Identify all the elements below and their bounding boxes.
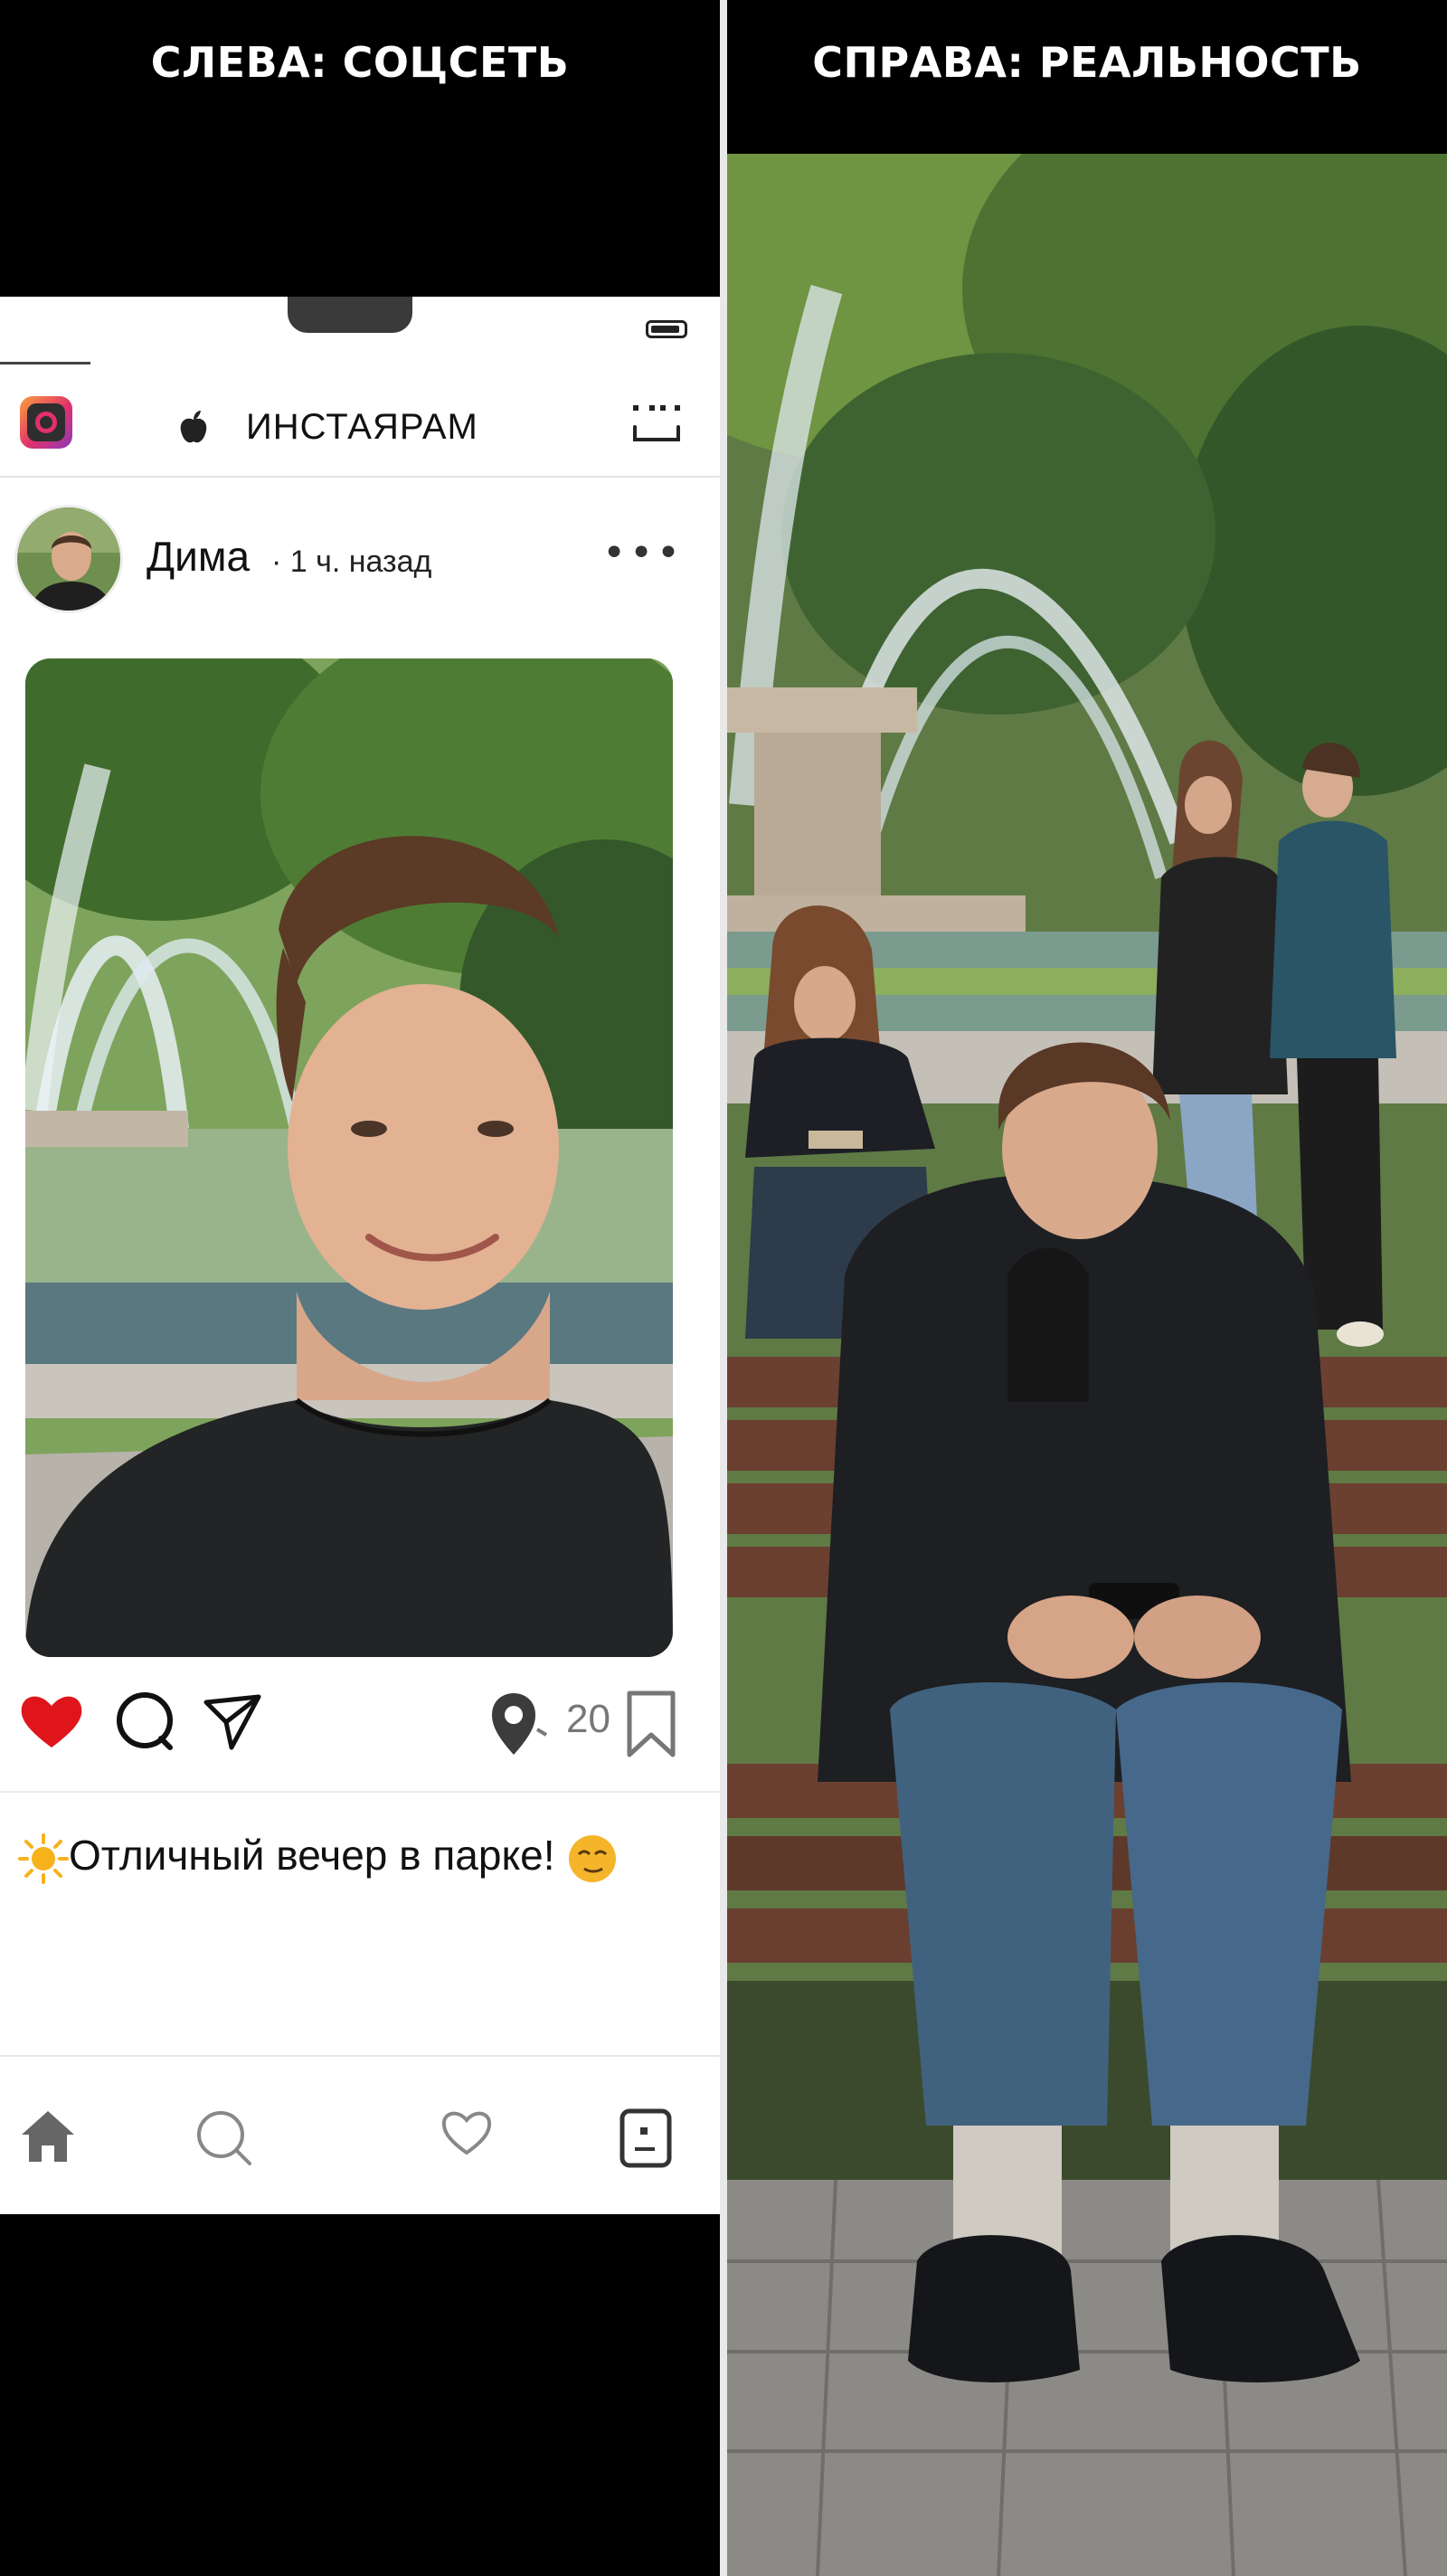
caption-text: Отличный вечер в парке! [69, 1832, 555, 1879]
sun-emoji-icon [18, 1833, 69, 1884]
heart-filled-icon[interactable] [18, 1690, 85, 1751]
post-actions: 20 [0, 1690, 720, 1771]
post-time: · 1 ч. назад [271, 545, 432, 579]
send-icon[interactable] [201, 1690, 264, 1753]
phone-screen: ИНСТАЯРАМ Дима · 1 ч. назад ••• 20 Отлич… [0, 297, 720, 2214]
more-dots-icon[interactable]: ••• [602, 534, 684, 573]
selfie-image [25, 658, 673, 1657]
search-icon[interactable] [194, 2107, 253, 2167]
home-icon[interactable] [18, 2107, 78, 2164]
left-panel-title: СЛЕВА: СОЦСЕТЬ [150, 38, 570, 87]
panel-divider [720, 0, 727, 2576]
bookmark-icon[interactable] [624, 1690, 678, 1758]
right-panel: СПРАВА: РЕАЛЬНОСТЬ [727, 0, 1447, 2576]
battery-icon [646, 320, 687, 338]
heart-outline-icon[interactable] [440, 2107, 494, 2156]
post-photo[interactable] [25, 658, 673, 1657]
status-line [0, 362, 90, 365]
app-title: ИНСТАЯРАМ [246, 407, 478, 447]
app-header: ИНСТАЯРАМ [0, 369, 720, 478]
post-header: Дима · 1 ч. назад ••• [0, 505, 720, 622]
relieved-emoji-icon [569, 1834, 617, 1882]
phone-notch [288, 297, 412, 333]
actions-divider [0, 1791, 720, 1793]
comment-icon[interactable] [114, 1690, 177, 1753]
avatar[interactable] [14, 505, 123, 613]
bottom-tab-bar [0, 2057, 720, 2214]
header-divider [0, 476, 720, 478]
apple-icon [180, 411, 207, 443]
right-panel-title: СПРАВА: РЕАЛЬНОСТЬ [812, 38, 1362, 87]
reality-photo [727, 154, 1447, 2576]
instagram-logo-icon[interactable] [20, 396, 72, 449]
post-caption: Отличный вечер в парке! [18, 1831, 619, 1885]
location-pin-icon[interactable] [487, 1690, 550, 1762]
left-panel: СЛЕВА: СОЦСЕТЬ ИНСТАЯРАМ Дима · 1 ч. наз… [0, 0, 720, 2576]
profile-icon[interactable] [619, 2107, 673, 2169]
robot-face-icon[interactable] [629, 400, 684, 445]
post-count: 20 [566, 1697, 610, 1741]
post-user-name[interactable]: Дима [147, 532, 250, 581]
